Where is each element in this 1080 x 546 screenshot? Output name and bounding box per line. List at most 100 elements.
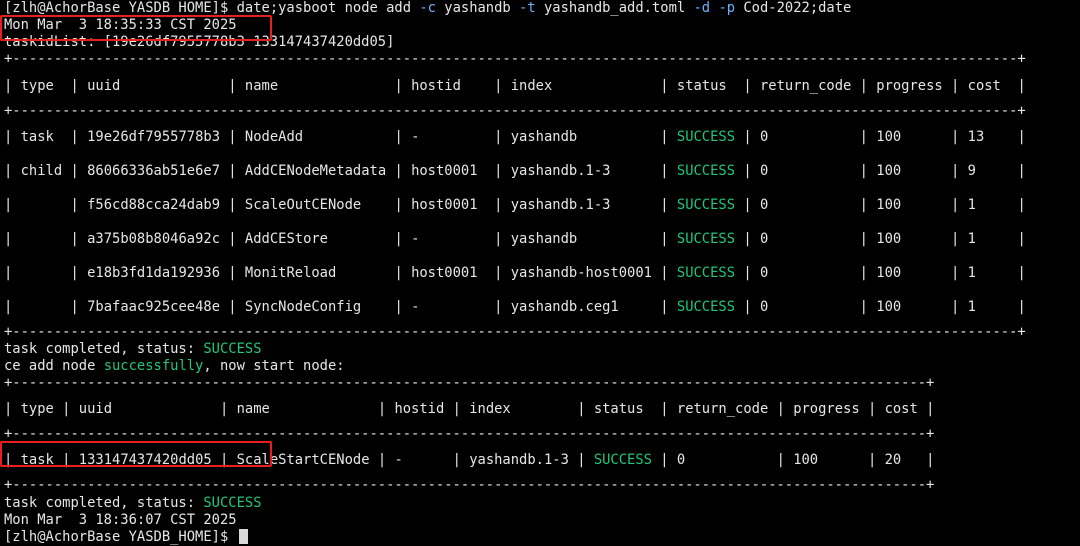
cell-uuid: e18b3fd1da192936	[87, 264, 220, 281]
cell-return-code: 0	[759, 264, 852, 281]
cell-status: SUCCESS	[676, 162, 736, 179]
cell-type: child	[20, 162, 63, 179]
cell-type	[21, 265, 63, 281]
task-table-1: +---------------------------------------…	[4, 51, 1080, 340]
cell-return-code: 0	[759, 230, 852, 247]
cell-name: MonitReload	[244, 264, 387, 281]
cell-uuid: 7bafaac925cee48e	[87, 298, 220, 315]
table-row: | | 7bafaac925cee48e | SyncNodeConfig | …	[4, 298, 1026, 315]
cell-hostid: host0001	[411, 162, 486, 179]
table-header-row: | type | uuid | name | hostid | index | …	[4, 77, 1026, 94]
cell-index: yashandb.1-3	[469, 452, 569, 469]
column-header-name: name	[244, 77, 387, 94]
cell-status: SUCCESS	[676, 196, 736, 213]
cell-return-code: 0	[759, 196, 852, 213]
cell-type	[21, 197, 63, 213]
column-header-status: status	[676, 77, 736, 94]
cell-status: SUCCESS	[676, 298, 736, 315]
column-header-cost: cost	[967, 77, 1010, 94]
column-header-status: status	[593, 401, 652, 418]
cell-cost: 1	[967, 230, 1010, 247]
cell-index: yashandb.1-3	[510, 162, 652, 179]
cell-status: SUCCESS	[676, 128, 736, 145]
cell-name: AddCEStore	[244, 230, 387, 247]
cell-index: yashandb	[510, 230, 652, 247]
cell-name: ScaleStartCENode	[236, 452, 370, 469]
cell-type	[21, 299, 63, 315]
command-text: yashandb_add.toml	[535, 0, 694, 16]
table-row: | task | 19e26df7955778b3 | NodeAdd | - …	[4, 128, 1026, 145]
status-badge: SUCCESS	[203, 340, 262, 357]
ce-add-message: ce add node successfully, now start node…	[4, 358, 1080, 375]
column-header-hostid: hostid	[411, 77, 486, 94]
command-line: [zlh@AchorBase YASDB_HOME]$ date;yasboot…	[4, 0, 1080, 17]
cell-return-code: 0	[759, 162, 852, 179]
column-header-type: type	[20, 77, 63, 94]
cell-hostid: -	[394, 452, 445, 469]
table-border: +---------------------------------------…	[4, 51, 1026, 68]
cell-progress: 100	[876, 162, 943, 179]
task-completed-2: task completed, status: SUCCESS	[4, 495, 1080, 512]
cell-type: task	[20, 452, 54, 469]
column-header-index: index	[469, 401, 569, 418]
final-prompt-line[interactable]: [zlh@AchorBase YASDB_HOME]$	[4, 529, 1080, 546]
flag-t: -t	[519, 0, 536, 16]
task-table-2: +---------------------------------------…	[4, 375, 1080, 494]
prompt: [zlh@AchorBase YASDB_HOME]$	[4, 0, 237, 16]
status-text: task completed, status:	[4, 494, 204, 511]
cell-uuid: f56cd88cca24dab9	[87, 196, 220, 213]
cell-index: yashandb-host0001	[510, 264, 652, 281]
column-header-index: index	[510, 77, 652, 94]
cell-status: SUCCESS	[676, 264, 736, 281]
table-row: | task | 133147437420dd05 | ScaleStartCE…	[4, 452, 935, 469]
cell-cost: 1	[967, 264, 1010, 281]
column-header-cost: cost	[884, 401, 918, 418]
cell-type: task	[20, 128, 63, 145]
text-cursor	[238, 529, 248, 545]
cell-progress: 100	[793, 452, 860, 469]
cell-hostid: -	[411, 128, 486, 145]
column-header-progress: progress	[793, 401, 860, 418]
cell-name: SyncNodeConfig	[244, 298, 387, 315]
table-border: +---------------------------------------…	[4, 323, 1026, 340]
cell-progress: 100	[876, 196, 943, 213]
success-word: successfully	[103, 357, 204, 374]
taskid-list: taskidList: [19e26df7955778b3 1331474374…	[4, 34, 395, 51]
cell-cost: 20	[884, 452, 918, 469]
cell-name: ScaleOutCENode	[244, 196, 387, 213]
cell-status: SUCCESS	[593, 452, 652, 469]
column-header-progress: progress	[876, 77, 943, 94]
cell-index: yashandb.ceg1	[510, 298, 652, 315]
table-border: +---------------------------------------…	[4, 375, 935, 392]
table-header-row: | type | uuid | name | hostid | index | …	[4, 401, 935, 418]
message-text: , now start node:	[203, 357, 345, 374]
cell-type	[21, 231, 63, 247]
cell-cost: 13	[967, 128, 1010, 145]
cell-return-code: 0	[759, 298, 852, 315]
table-row: | | a375b08b8046a92c | AddCEStore | - | …	[4, 230, 1026, 247]
cell-uuid: a375b08b8046a92c	[87, 230, 220, 247]
cell-uuid: 86066336ab51e6e7	[87, 162, 220, 179]
cell-hostid: -	[411, 230, 486, 247]
cell-progress: 100	[876, 264, 943, 281]
cell-name: AddCENodeMetadata	[244, 162, 387, 179]
command-text: date;yasboot node add	[236, 0, 420, 16]
table-border: +---------------------------------------…	[4, 477, 935, 494]
flag-p: -p	[718, 0, 736, 16]
status-text: task completed, status:	[4, 340, 204, 357]
column-header-return-code: return_code	[676, 401, 769, 418]
cell-uuid: 19e26df7955778b3	[87, 128, 220, 145]
cell-index: yashandb	[510, 128, 652, 145]
column-header-return-code: return_code	[759, 77, 852, 94]
column-header-name: name	[236, 401, 370, 418]
terminal-window[interactable]: [zlh@AchorBase YASDB_HOME]$ date;yasboot…	[0, 0, 1080, 545]
table-row: | | e18b3fd1da192936 | MonitReload | hos…	[4, 264, 1026, 281]
cell-hostid: host0001	[411, 264, 486, 281]
column-header-type: type	[20, 401, 54, 418]
cell-index: yashandb.1-3	[510, 196, 652, 213]
cell-progress: 100	[876, 230, 943, 247]
table-border: +---------------------------------------…	[4, 102, 1026, 119]
column-header-uuid: uuid	[78, 401, 212, 418]
cell-return-code: 0	[676, 452, 769, 469]
cell-progress: 100	[876, 298, 943, 315]
